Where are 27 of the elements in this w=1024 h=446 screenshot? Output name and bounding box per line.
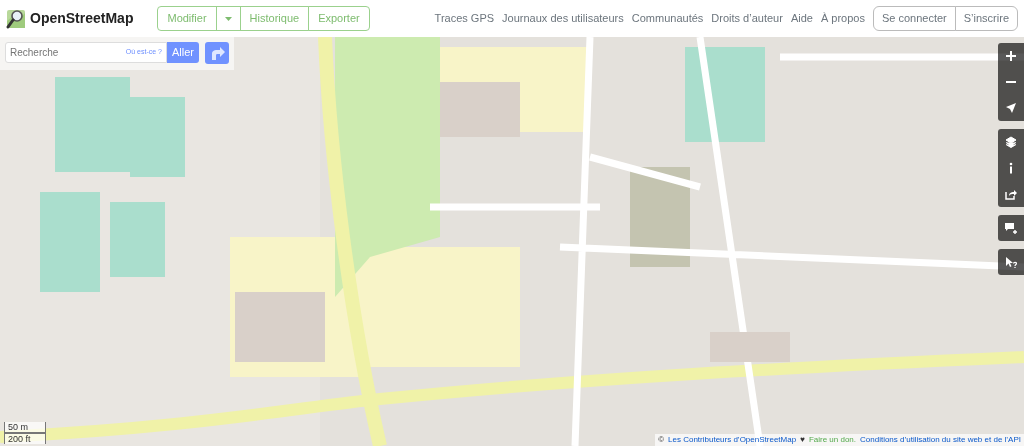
- comment-icon: [1005, 222, 1017, 234]
- share-icon: [1005, 188, 1017, 200]
- arrow-icon: [1005, 102, 1017, 114]
- symbol-text: ©: [658, 434, 665, 446]
- symbol-text: ♥: [800, 434, 805, 446]
- nav-link[interactable]: À propos: [820, 10, 865, 27]
- attribution-link[interactable]: Les Contributeurs d’OpenStreetMap: [668, 434, 797, 446]
- nav-link[interactable]: Aide: [790, 10, 813, 27]
- attribution-link[interactable]: Conditions d’utilisation du site web et de l’API: [860, 434, 1021, 446]
- cursor-question-icon: [1005, 256, 1017, 268]
- plus-icon: [1005, 50, 1017, 62]
- account-button[interactable]: Se connecter: [872, 6, 956, 31]
- dropdown-toggle-button[interactable]: [215, 6, 241, 31]
- logo-icon[interactable]: [6, 8, 26, 29]
- donate-link[interactable]: Faire un don.: [808, 434, 856, 446]
- nav-link[interactable]: Traces GPS: [434, 10, 495, 27]
- scale-label: 200 ft: [4, 433, 46, 444]
- scale-label: 50 m: [4, 422, 46, 433]
- brand-title[interactable]: OpenStreetMap: [30, 8, 134, 29]
- nav-link[interactable]: Communautés: [631, 10, 704, 27]
- nav-link[interactable]: Droits d’auteur: [711, 10, 783, 27]
- account-button[interactable]: S’inscrire: [954, 6, 1018, 31]
- go-button[interactable]: Aller: [167, 42, 199, 63]
- directions-icon: [209, 46, 225, 60]
- caret-icon: [224, 17, 232, 22]
- layers-icon: [1005, 136, 1017, 148]
- nav-link[interactable]: Journaux des utilisateurs: [502, 10, 624, 27]
